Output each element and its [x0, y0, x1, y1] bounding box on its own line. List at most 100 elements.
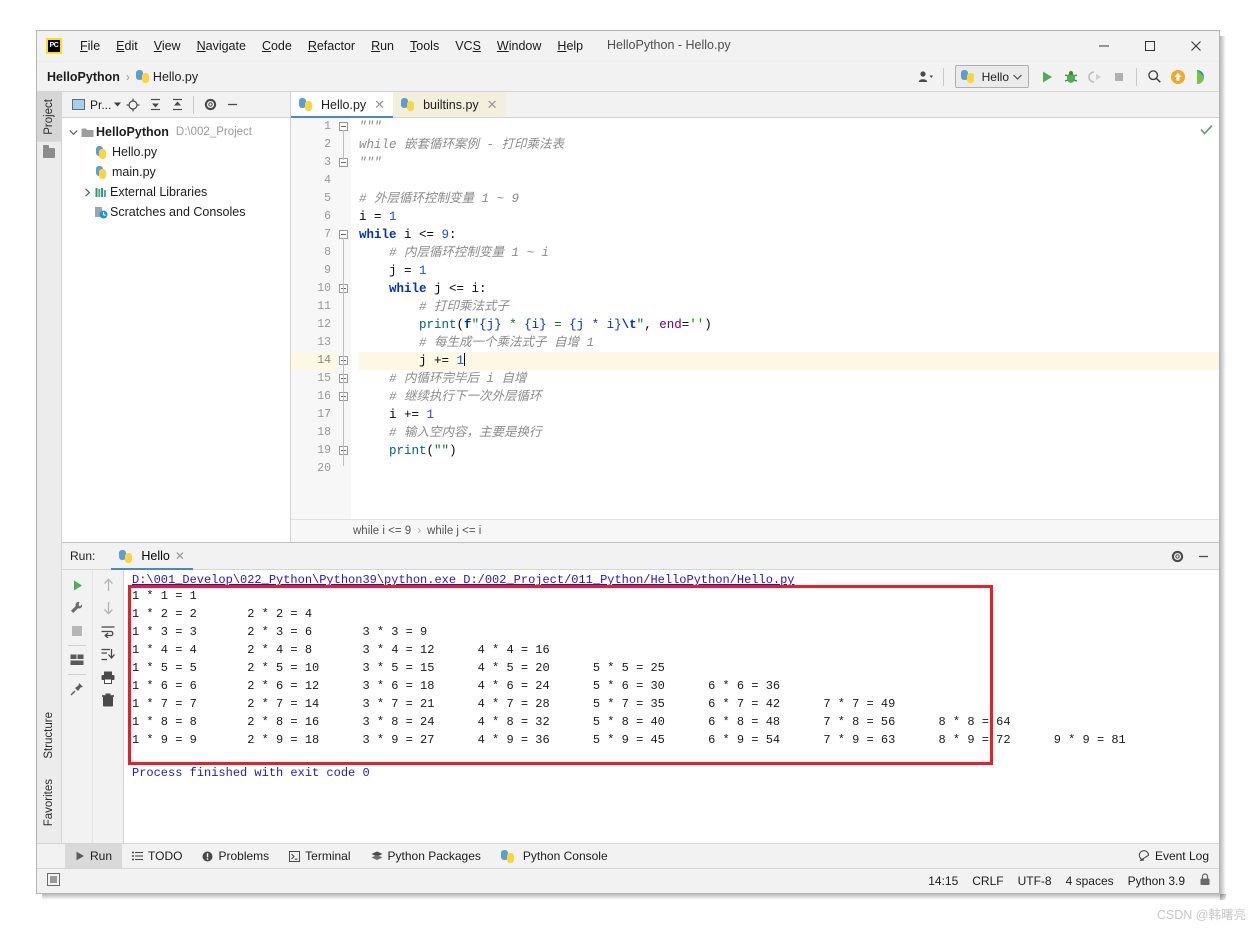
locate-file-icon[interactable] — [123, 95, 143, 115]
tab-builtins-py[interactable]: builtins.py ✕ — [393, 92, 506, 117]
menu-refactor[interactable]: Refactor — [300, 36, 363, 56]
user-account-icon[interactable] — [915, 66, 937, 88]
hide-panel-icon[interactable] — [1193, 546, 1213, 566]
toggle-tool-window-icon[interactable] — [47, 873, 60, 889]
menu-window[interactable]: Window — [489, 36, 549, 56]
code-line[interactable]: # 内循环完毕后 i 自增 — [359, 370, 1219, 388]
tree-item-main-py[interactable]: main.py — [62, 162, 290, 182]
gear-icon[interactable] — [200, 95, 220, 115]
project-panel-label[interactable]: Pr... — [90, 98, 122, 112]
status-caret-position[interactable]: 14:15 — [928, 874, 958, 888]
close-icon[interactable]: ✕ — [487, 97, 498, 113]
status-line-separator[interactable]: CRLF — [972, 874, 1003, 888]
breadcrumb-outer-loop[interactable]: while i <= 9 — [353, 525, 411, 537]
minimize-button[interactable] — [1081, 31, 1127, 61]
soft-wrap-button[interactable] — [96, 620, 120, 642]
bottom-tab-run[interactable]: Run — [65, 844, 123, 868]
maximize-button[interactable] — [1127, 31, 1173, 61]
run-tab-hello[interactable]: Hello ✕ — [111, 543, 193, 570]
print-button[interactable] — [96, 666, 120, 688]
code-line[interactable]: # 继续执行下一次外层循环 — [359, 388, 1219, 406]
tree-item-hellopython[interactable]: HelloPython D:\002_Project — [62, 122, 290, 142]
code-content[interactable]: """ while 嵌套循环案例 - 打印乘法表 """ # 外层循环控制变量 1 … — [351, 118, 1219, 519]
code-line[interactable]: print("") — [359, 442, 1219, 460]
bottom-tab-python-console[interactable]: Python Console — [491, 844, 618, 868]
menu-navigate[interactable]: Navigate — [189, 36, 254, 56]
menu-run[interactable]: Run — [363, 36, 402, 56]
code-line[interactable]: j += 1 — [359, 352, 1219, 370]
rerun-button[interactable] — [65, 574, 89, 596]
breadcrumb-project[interactable]: HelloPython — [47, 70, 120, 84]
bottom-tab-todo[interactable]: TODO — [122, 844, 192, 868]
code-line[interactable]: i += 1 — [359, 406, 1219, 424]
close-icon[interactable]: ✕ — [374, 97, 385, 113]
bottom-tab-terminal[interactable]: Terminal — [279, 844, 360, 868]
close-icon[interactable]: ✕ — [175, 549, 185, 563]
code-line[interactable]: i = 1 — [359, 208, 1219, 226]
expand-all-icon[interactable] — [145, 95, 165, 115]
code-line[interactable]: # 打印乘法式子 — [359, 298, 1219, 316]
search-everywhere-icon[interactable] — [1191, 66, 1213, 88]
hide-panel-icon[interactable] — [222, 95, 242, 115]
code-line[interactable]: j = 1 — [359, 262, 1219, 280]
status-indent[interactable]: 4 spaces — [1066, 874, 1114, 888]
pin-tab-button[interactable] — [65, 678, 89, 700]
sidebar-item-favorites[interactable]: Favorites — [37, 772, 61, 833]
edit-configuration-button[interactable] — [65, 597, 89, 619]
code-line[interactable]: while i <= 9: — [359, 226, 1219, 244]
menu-file[interactable]: File — [72, 36, 108, 56]
run-configuration-selector[interactable]: Hello — [954, 65, 1029, 88]
menu-tools[interactable]: Tools — [402, 36, 447, 56]
code-line[interactable]: while j <= i: — [359, 280, 1219, 298]
stop-button[interactable] — [1108, 66, 1130, 88]
clear-all-button[interactable] — [96, 689, 120, 711]
menu-help[interactable]: Help — [549, 36, 591, 56]
event-log-button[interactable]: Event Log — [1128, 844, 1219, 868]
code-editor[interactable]: 1 2 3 4 5 6 7 8 9 10 11 12 13 14 15 16 17 18 19 20 """ while… — [291, 118, 1219, 519]
code-line[interactable]: # 输入空内容，主要是换行 — [359, 424, 1219, 442]
sidebar-item-project[interactable]: Project — [37, 92, 61, 142]
scroll-to-end-button[interactable] — [96, 643, 120, 665]
code-line[interactable]: """ — [359, 154, 1219, 172]
menu-code[interactable]: Code — [254, 36, 300, 56]
chevron-down-icon[interactable] — [66, 129, 80, 136]
code-line[interactable]: # 外层循环控制变量 1 ~ 9 — [359, 190, 1219, 208]
menu-vcs[interactable]: VCS — [447, 36, 489, 56]
menu-view[interactable]: View — [146, 36, 189, 56]
run-with-coverage-button[interactable] — [1084, 66, 1106, 88]
lock-icon[interactable] — [1199, 873, 1211, 889]
console-command-line[interactable]: D:\001_Develop\022_Python\Python39\pytho… — [124, 570, 1219, 587]
gear-icon[interactable] — [1167, 546, 1187, 566]
run-console[interactable]: D:\001_Develop\022_Python\Python39\pytho… — [124, 570, 1219, 843]
breadcrumb-inner-loop[interactable]: while j <= i — [427, 525, 481, 537]
status-interpreter[interactable]: Python 3.9 — [1128, 874, 1185, 888]
bottom-tab-problems[interactable]: Problems — [192, 844, 279, 868]
menu-edit[interactable]: Edit — [108, 36, 146, 56]
bottom-tab-python-packages[interactable]: Python Packages — [361, 844, 491, 868]
code-line[interactable]: # 每生成一个乘法式子 自增 1 — [359, 334, 1219, 352]
code-line[interactable] — [359, 460, 1219, 478]
up-the-stack-button[interactable] — [96, 574, 120, 596]
code-line[interactable]: while 嵌套循环案例 - 打印乘法表 — [359, 136, 1219, 154]
inspection-ok-icon[interactable] — [1200, 122, 1213, 138]
run-button[interactable] — [1036, 66, 1058, 88]
sidebar-item-structure[interactable]: Structure — [37, 705, 61, 766]
tree-item-scratches-and-consoles[interactable]: Scratches and Consoles — [62, 202, 290, 222]
tree-item-hello-py[interactable]: Hello.py — [62, 142, 290, 162]
close-button[interactable] — [1173, 31, 1219, 61]
layout-settings-button[interactable] — [65, 649, 89, 671]
update-project-icon[interactable] — [1167, 66, 1189, 88]
search-icon[interactable] — [1143, 66, 1165, 88]
chevron-right-icon[interactable] — [80, 187, 94, 197]
code-folding-column[interactable] — [337, 118, 351, 519]
down-the-stack-button[interactable] — [96, 597, 120, 619]
tab-hello-py[interactable]: Hello.py ✕ — [291, 92, 394, 118]
code-line[interactable] — [359, 172, 1219, 190]
code-line[interactable]: # 内层循环控制变量 1 ~ i — [359, 244, 1219, 262]
tree-item-external-libraries[interactable]: External Libraries — [62, 182, 290, 202]
code-line[interactable]: print(f"{j} * {i} = {j * i}\t", end='') — [359, 316, 1219, 334]
status-encoding[interactable]: UTF-8 — [1018, 874, 1052, 888]
collapse-all-icon[interactable] — [167, 95, 187, 115]
stop-button[interactable] — [65, 620, 89, 642]
breadcrumb-file[interactable]: Hello.py — [153, 70, 198, 84]
